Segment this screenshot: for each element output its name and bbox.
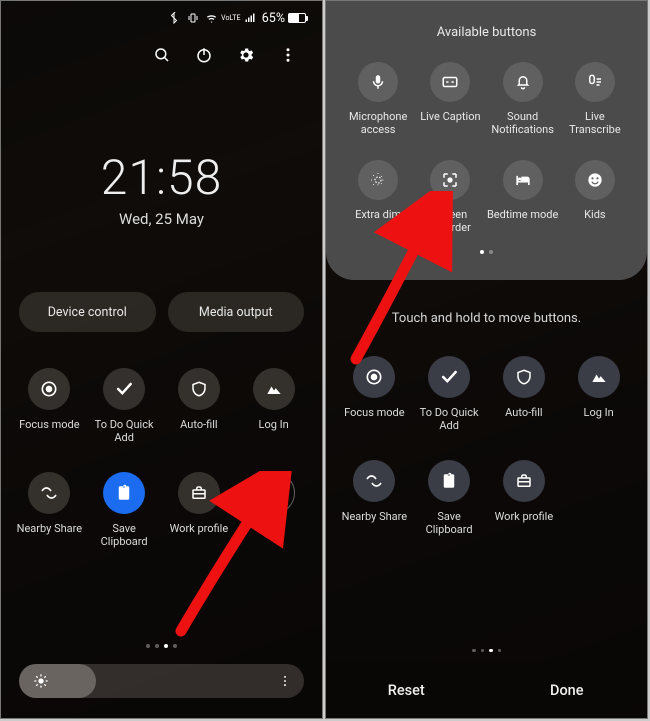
tile-save-clipboard[interactable]: Save Clipboard [90, 472, 159, 548]
done-button[interactable]: Done [487, 662, 648, 718]
bed-icon [503, 160, 543, 200]
reset-button[interactable]: Reset [326, 662, 487, 718]
tile-log-in[interactable]: Log In [564, 356, 633, 432]
clipboard-icon [428, 460, 470, 502]
panel-grid: Microphone access Live Caption Sound Not… [326, 62, 647, 234]
screen-recorder-icon [430, 160, 470, 200]
focus-mode-icon [28, 368, 70, 410]
caption-icon [430, 62, 470, 102]
vibrate-icon [186, 11, 200, 25]
tile-auto-fill[interactable]: Auto-fill [165, 368, 234, 444]
wifi-icon [205, 11, 219, 25]
ptile-live-transcribe[interactable]: Live Transcribe [559, 62, 631, 136]
ptile-live-caption[interactable]: Live Caption [414, 62, 486, 136]
mountain-icon [253, 368, 295, 410]
volte-icon: VoLTE [224, 11, 238, 25]
panel-title: Available buttons [326, 25, 647, 40]
clock-time: 21:58 [1, 149, 322, 206]
ptile-microphone-access[interactable]: Microphone access [342, 62, 414, 136]
clipboard-icon [103, 472, 145, 514]
tile-label: Focus mode [19, 418, 79, 444]
checkmark-icon [103, 368, 145, 410]
clock-date: Wed, 25 May [1, 210, 322, 228]
tile-nearby-share[interactable]: Nearby Share [15, 472, 84, 548]
tile-label: Auto-fill [180, 418, 217, 444]
focus-mode-icon [353, 356, 395, 398]
tile-save-clipboard[interactable]: Save Clipboard [415, 460, 484, 536]
nearby-share-icon [28, 472, 70, 514]
settings-gear-icon[interactable] [236, 45, 256, 65]
shield-icon [503, 356, 545, 398]
signal-icon [243, 11, 257, 25]
ptile-sound-notifications[interactable]: Sound Notifications [487, 62, 559, 136]
battery-icon [288, 13, 306, 23]
dim-icon [358, 160, 398, 200]
available-buttons-panel: Available buttons Microphone access Live… [326, 1, 647, 280]
tile-auto-fill[interactable]: Auto-fill [490, 356, 559, 432]
dark-overlay [1, 1, 322, 718]
brightness-icon [33, 673, 49, 689]
device-control-button[interactable]: Device control [19, 292, 156, 332]
checkmark-icon [428, 356, 470, 398]
tile-label: Log In [259, 418, 289, 444]
briefcase-icon [178, 472, 220, 514]
battery-indicator: 65% [262, 11, 306, 26]
bottom-bar: Reset Done [326, 662, 647, 718]
briefcase-icon [503, 460, 545, 502]
tile-add[interactable] [239, 472, 308, 548]
bluetooth-off-icon [167, 11, 181, 25]
tile-work-profile[interactable]: Work profile [165, 472, 234, 548]
tile-grid: Focus mode To Do Quick Add Auto-fill Log… [1, 368, 322, 548]
tile-focus-mode[interactable]: Focus mode [15, 368, 84, 444]
media-output-button[interactable]: Media output [168, 292, 305, 332]
transcribe-icon [575, 62, 615, 102]
brightness-more-icon[interactable] [278, 674, 292, 688]
tile-label: Work profile [170, 522, 229, 548]
panel-page-indicator [326, 250, 647, 254]
tile-label: To Do Quick Add [90, 418, 159, 444]
more-icon[interactable] [278, 45, 298, 65]
kids-icon [575, 160, 615, 200]
bell-icon [503, 62, 543, 102]
mountain-icon [578, 356, 620, 398]
edit-hint: Touch and hold to move buttons. [326, 311, 647, 326]
tile-focus-mode[interactable]: Focus mode [340, 356, 409, 432]
nearby-share-icon [353, 460, 395, 502]
tile-work-profile[interactable]: Work profile [490, 460, 559, 536]
plus-icon [253, 472, 295, 514]
ptile-screen-recorder[interactable]: Screen recorder [414, 160, 486, 234]
brightness-slider[interactable] [19, 664, 304, 698]
tile-label: Nearby Share [17, 522, 82, 548]
search-icon[interactable] [152, 45, 172, 65]
ptile-kids[interactable]: Kids [559, 160, 631, 234]
ptile-extra-dim[interactable]: Extra dim [342, 160, 414, 234]
power-icon[interactable] [194, 45, 214, 65]
tile-todo-quick-add[interactable]: To Do Quick Add [415, 356, 484, 432]
left-screen: VoLTE 65% 21:58 Wed, 25 May Device contr… [0, 0, 323, 719]
status-bar: VoLTE 65% [1, 1, 322, 35]
clock-block: 21:58 Wed, 25 May [1, 149, 322, 228]
tile-label: Save Clipboard [90, 522, 159, 548]
top-icon-row [1, 35, 322, 65]
battery-text: 65% [262, 11, 285, 26]
right-screen: Available buttons Microphone access Live… [325, 0, 648, 719]
shield-icon [178, 368, 220, 410]
device-media-row: Device control Media output [1, 292, 322, 332]
page-indicator [1, 644, 322, 648]
microphone-icon [358, 62, 398, 102]
ptile-bedtime-mode[interactable]: Bedtime mode [487, 160, 559, 234]
tile-log-in[interactable]: Log In [239, 368, 308, 444]
tile-todo-quick-add[interactable]: To Do Quick Add [90, 368, 159, 444]
active-tile-grid: Focus mode To Do Quick Add Auto-fill Log… [326, 356, 647, 536]
tile-nearby-share[interactable]: Nearby Share [340, 460, 409, 536]
page-indicator [326, 649, 647, 653]
